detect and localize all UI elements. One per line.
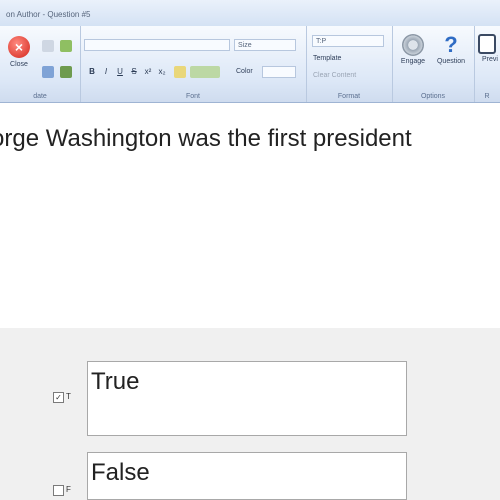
question-editor[interactable]: orge Washington was the first president (0, 103, 500, 328)
close-label: Close (10, 61, 28, 68)
group-label-font: Font (185, 93, 200, 100)
ribbon-group-options: Engage ? Question Options (392, 26, 475, 102)
undo-icon[interactable] (42, 40, 54, 52)
ribbon-group-font: Size B I U S x² x₂ Color Font (80, 26, 307, 102)
answers-panel: ✓ T True F False (0, 328, 500, 500)
question-text[interactable]: orge Washington was the first president (0, 125, 412, 153)
strikethrough-button[interactable]: S (128, 66, 140, 78)
font-name-combo[interactable] (84, 39, 230, 51)
subscript-button[interactable]: x₂ (156, 66, 168, 78)
question-button[interactable]: ? Question (432, 32, 470, 66)
color-picker[interactable] (262, 66, 296, 78)
superscript-button[interactable]: x² (142, 66, 154, 78)
answer-false-text: False (91, 459, 150, 486)
underline-button[interactable]: U (114, 66, 126, 78)
bold-button[interactable]: B (86, 66, 98, 78)
group-label-format: Format (337, 93, 361, 100)
group-label-more: R (484, 93, 490, 100)
answer-true-label: T (66, 392, 71, 401)
redo-icon[interactable] (60, 40, 72, 52)
highlight-icon[interactable] (174, 66, 186, 78)
answer-false-checkbox[interactable] (53, 485, 64, 496)
ribbon: × Close date Size B I U S x² x₂ Color Fo… (0, 26, 500, 103)
template-dropdown[interactable]: Template (313, 55, 341, 62)
question-mark-icon: ? (444, 32, 458, 57)
close-button[interactable]: × Close (4, 36, 34, 68)
ribbon-group-update: × Close date (0, 26, 81, 102)
close-icon: × (8, 36, 30, 58)
clear-content-button[interactable]: Clear Content (313, 72, 356, 79)
save-as-icon[interactable] (60, 66, 72, 78)
save-icon[interactable] (42, 66, 54, 78)
font-color-icon[interactable] (190, 66, 220, 78)
paragraph-format-combo[interactable]: T:P (312, 35, 384, 47)
engage-label: Engage (400, 58, 426, 65)
engage-button[interactable]: Engage (396, 34, 430, 65)
group-label-update: date (33, 93, 47, 100)
group-label-options: Options (420, 93, 446, 100)
answer-false-field[interactable]: False (87, 452, 407, 500)
title-bar: on Author - Question #5 (0, 0, 500, 27)
font-size-combo[interactable]: Size (234, 39, 296, 51)
preview-icon (478, 34, 496, 54)
preview-button[interactable]: Previ (478, 34, 500, 63)
answer-true-text: True (91, 368, 140, 395)
window-title: on Author - Question #5 (6, 10, 91, 19)
answer-true-checkbox[interactable]: ✓ (53, 392, 64, 403)
preview-label: Previ (482, 56, 498, 63)
ribbon-group-preview: Previ R (474, 26, 500, 102)
ribbon-group-format: T:P Template Clear Content Format (306, 26, 393, 102)
answer-true-field[interactable]: True (87, 361, 407, 436)
question-label: Question (436, 58, 466, 65)
color-label: Color (236, 68, 253, 75)
italic-button[interactable]: I (100, 66, 112, 78)
answer-false-label: F (66, 485, 71, 494)
gear-icon (402, 34, 424, 56)
